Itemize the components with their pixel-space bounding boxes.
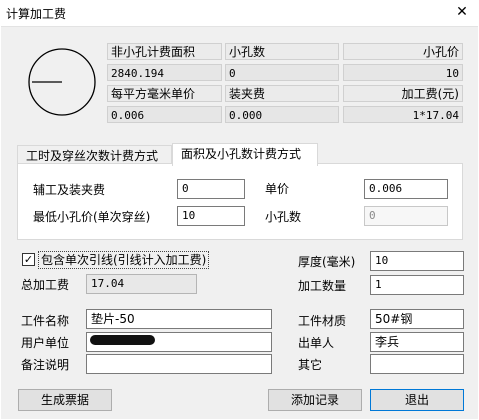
hole-count-label: 小孔数: [265, 210, 302, 224]
shape-preview-icon: [28, 48, 96, 116]
user-unit-label: 用户单位: [21, 336, 70, 350]
quantity-label: 加工数量: [298, 279, 347, 293]
window-title: 计算加工费: [6, 7, 67, 21]
title-bar: 计算加工费 ✕: [0, 0, 479, 26]
unit-price-label: 单价: [265, 182, 290, 196]
clamp-fee-value: 0.000: [225, 106, 339, 123]
unit-price-value: 0.006: [107, 106, 222, 123]
other-label: 其它: [298, 358, 323, 372]
clamp-fee-header: 装夹费: [225, 85, 339, 102]
thickness-label: 厚度(毫米): [298, 255, 356, 269]
add-record-button[interactable]: 添加记录: [268, 389, 362, 411]
total-fee-label: 总加工费: [21, 278, 70, 292]
exit-button[interactable]: 退出: [370, 389, 464, 411]
area-header: 非小孔计费面积: [107, 43, 222, 60]
thickness-input[interactable]: 10: [370, 251, 464, 271]
issuer-label: 出单人: [298, 336, 335, 350]
area-value: 2840.194: [107, 64, 222, 81]
hole-price-value: 10: [343, 64, 463, 81]
aux-fee-input[interactable]: 0: [177, 179, 245, 199]
hole-count-input[interactable]: 0: [364, 206, 448, 226]
tab-panel: [17, 163, 463, 240]
hole-count-value: 0: [225, 64, 339, 81]
hole-price-header: 小孔价: [343, 43, 463, 60]
remark-input[interactable]: [86, 354, 272, 374]
generate-receipt-button[interactable]: 生成票据: [18, 389, 112, 411]
remark-label: 备注说明: [21, 358, 70, 372]
part-name-input[interactable]: 垫片-50: [86, 309, 272, 329]
total-fee-value: 17.04: [86, 274, 197, 294]
include-lead-label[interactable]: 包含单次引线(引线计入加工费): [38, 251, 210, 269]
part-name-label: 工件名称: [21, 314, 70, 328]
redaction-mark: [90, 335, 155, 345]
close-icon[interactable]: ✕: [453, 3, 471, 21]
unit-price-header: 每平方毫米单价: [107, 85, 222, 102]
tab-area-holes[interactable]: 面积及小孔数计费方式: [172, 143, 318, 166]
process-fee-value: 1*17.04: [343, 106, 463, 123]
other-input[interactable]: [370, 354, 464, 374]
include-lead-checkbox[interactable]: ✓: [22, 253, 35, 266]
material-input[interactable]: 50#钢: [370, 309, 464, 329]
process-fee-header: 加工费(元): [343, 85, 463, 102]
aux-fee-label: 辅工及装夹费: [33, 183, 106, 197]
quantity-input[interactable]: 1: [370, 275, 464, 295]
hole-count-header: 小孔数: [225, 43, 339, 60]
issuer-input[interactable]: 李兵: [370, 332, 464, 352]
min-hole-price-label: 最低小孔价(单次穿丝): [33, 210, 151, 224]
min-hole-price-input[interactable]: 10: [177, 206, 245, 226]
material-label: 工件材质: [298, 314, 347, 328]
unit-price-input[interactable]: 0.006: [364, 179, 448, 199]
